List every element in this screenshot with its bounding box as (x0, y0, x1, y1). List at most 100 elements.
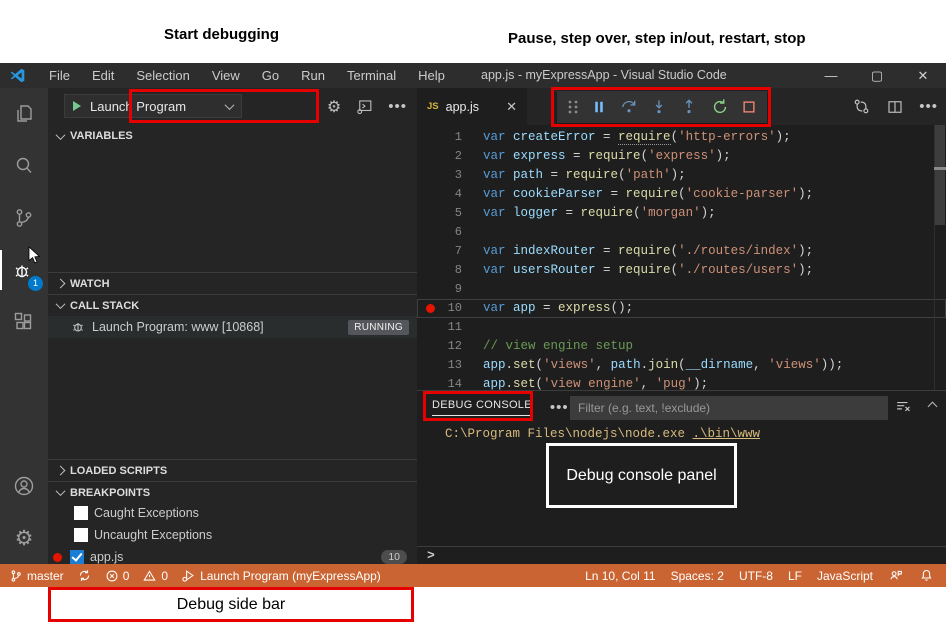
encoding-indicator[interactable]: UTF-8 (739, 569, 773, 583)
gutter[interactable]: 5 (417, 204, 477, 223)
warnings-item[interactable]: 0 (142, 569, 168, 583)
code-editor[interactable]: 1var createError = require('http-errors'… (417, 125, 946, 390)
annotation-box-launch (129, 89, 319, 123)
editor-scrollbar[interactable] (934, 125, 946, 390)
sync-icon[interactable] (77, 568, 92, 583)
account-icon[interactable] (0, 460, 48, 512)
panel-more-tabs-icon[interactable]: ••• (550, 399, 569, 416)
gutter[interactable]: 2 (417, 147, 477, 166)
gutter[interactable]: 11 (417, 318, 477, 337)
console-filter-input[interactable] (570, 396, 888, 420)
feedback-icon[interactable] (888, 568, 904, 583)
code-line[interactable]: 4var cookieParser = require('cookie-pars… (417, 185, 946, 204)
split-editor-icon[interactable] (886, 98, 904, 116)
code-line[interactable]: 8var usersRouter = require('./routes/use… (417, 261, 946, 280)
code-line[interactable]: 3var path = require('path'); (417, 166, 946, 185)
settings-gear-icon[interactable]: ⚙ (0, 512, 48, 564)
more-actions-icon[interactable]: ••• (388, 98, 407, 115)
gutter[interactable]: 12 (417, 337, 477, 356)
open-changes-icon[interactable] (852, 97, 871, 116)
annotation-box-debug-sidebar: Debug side bar (48, 587, 414, 622)
collapse-panel-icon[interactable] (928, 402, 938, 412)
maximize-button[interactable]: ▢ (854, 63, 900, 88)
menu-selection[interactable]: Selection (127, 63, 198, 88)
code-line[interactable]: 12// view engine setup (417, 337, 946, 356)
minimize-button[interactable]: — (808, 63, 854, 88)
console-output-link[interactable]: .\bin\www (693, 427, 761, 441)
gutter[interactable]: 6 (417, 223, 477, 242)
chevron-down-icon (56, 130, 66, 140)
code-line[interactable]: 14app.set('view engine', 'pug'); (417, 375, 946, 390)
section-watch[interactable]: WATCH (48, 272, 417, 294)
code-line[interactable]: 9 (417, 280, 946, 299)
source-control-icon[interactable] (0, 192, 48, 244)
indentation-indicator[interactable]: Spaces: 2 (671, 569, 724, 583)
menu-file[interactable]: File (40, 63, 79, 88)
checkbox-unchecked[interactable] (74, 528, 88, 542)
gutter[interactable]: 3 (417, 166, 477, 185)
menu-help[interactable]: Help (409, 63, 454, 88)
clear-console-icon[interactable] (894, 397, 913, 416)
line-col-indicator[interactable]: Ln 10, Col 11 (585, 569, 656, 583)
window-controls: — ▢ ✕ (808, 63, 946, 88)
page: Start debugging Pause, step over, step i… (0, 0, 946, 630)
errors-item[interactable]: 0 (105, 569, 130, 583)
annotation-box-debug-console-tab (423, 391, 533, 421)
explorer-icon[interactable] (0, 88, 48, 140)
gutter[interactable]: 14 (417, 375, 477, 390)
menu-edit[interactable]: Edit (83, 63, 123, 88)
section-breakpoints[interactable]: BREAKPOINTS (48, 481, 417, 503)
window-title: app.js - myExpressApp - Visual Studio Co… (481, 63, 727, 88)
code-line[interactable]: 1var createError = require('http-errors'… (417, 128, 946, 147)
gutter[interactable]: 8 (417, 261, 477, 280)
gutter[interactable]: 7 (417, 242, 477, 261)
annotation-box-toolbar (551, 87, 771, 127)
javascript-file-icon: JS (427, 101, 439, 112)
extensions-icon[interactable] (0, 296, 48, 348)
code-line[interactable]: 11 (417, 318, 946, 337)
gutter[interactable]: 9 (417, 280, 477, 299)
code-line[interactable]: 6 (417, 223, 946, 242)
code-line[interactable]: 10var app = express(); (417, 299, 946, 318)
breakpoint-uncaught-exceptions[interactable]: Uncaught Exceptions (48, 524, 417, 546)
gutter[interactable]: 10 (417, 299, 477, 318)
chevron-down-icon (56, 299, 66, 309)
git-branch-item[interactable]: master (9, 569, 64, 583)
editor-more-actions-icon[interactable]: ••• (919, 98, 938, 115)
section-variables[interactable]: VARIABLES (48, 125, 417, 147)
section-loaded-scripts[interactable]: LOADED SCRIPTS (48, 459, 417, 481)
tab-appjs[interactable]: JS app.js ✕ (417, 88, 527, 125)
configure-gear-icon[interactable]: ⚙ (327, 97, 341, 117)
code-line[interactable]: 13app.set('views', path.join(__dirname, … (417, 356, 946, 375)
run-debug-icon[interactable]: 1 (0, 244, 48, 296)
breakpoint-appjs[interactable]: app.js 10 (48, 546, 417, 568)
code-line[interactable]: 7var indexRouter = require('./routes/ind… (417, 242, 946, 261)
call-stack-session-row[interactable]: Launch Program: www [10868] RUNNING (48, 316, 417, 338)
close-button[interactable]: ✕ (900, 63, 946, 88)
gutter[interactable]: 13 (417, 356, 477, 375)
debug-session-item[interactable]: Launch Program (myExpressApp) (181, 568, 381, 583)
search-icon[interactable] (0, 140, 48, 192)
menu-terminal[interactable]: Terminal (338, 63, 405, 88)
checkbox-unchecked[interactable] (74, 506, 88, 520)
debug-console-toggle-icon[interactable] (355, 97, 374, 116)
tab-close-icon[interactable]: ✕ (506, 99, 517, 115)
code-line[interactable]: 5var logger = require('morgan'); (417, 204, 946, 223)
menu-go[interactable]: Go (253, 63, 288, 88)
menu-view[interactable]: View (203, 63, 249, 88)
breakpoint-caught-exceptions[interactable]: Caught Exceptions (48, 502, 417, 524)
section-call-stack[interactable]: CALL STACK (48, 294, 417, 316)
code-line[interactable]: 2var express = require('express'); (417, 147, 946, 166)
eol-indicator[interactable]: LF (788, 569, 802, 583)
start-debug-icon[interactable] (73, 101, 81, 111)
checkbox-checked[interactable] (70, 550, 84, 564)
gutter[interactable]: 4 (417, 185, 477, 204)
branch-icon (9, 569, 23, 583)
menu-run[interactable]: Run (292, 63, 334, 88)
notifications-bell-icon[interactable] (919, 568, 934, 583)
scrollbar-thumb[interactable] (935, 125, 945, 225)
breakpoint-dot-icon[interactable] (426, 304, 435, 313)
gutter[interactable]: 1 (417, 128, 477, 147)
console-input-row[interactable]: > (417, 546, 946, 565)
language-indicator[interactable]: JavaScript (817, 569, 873, 583)
